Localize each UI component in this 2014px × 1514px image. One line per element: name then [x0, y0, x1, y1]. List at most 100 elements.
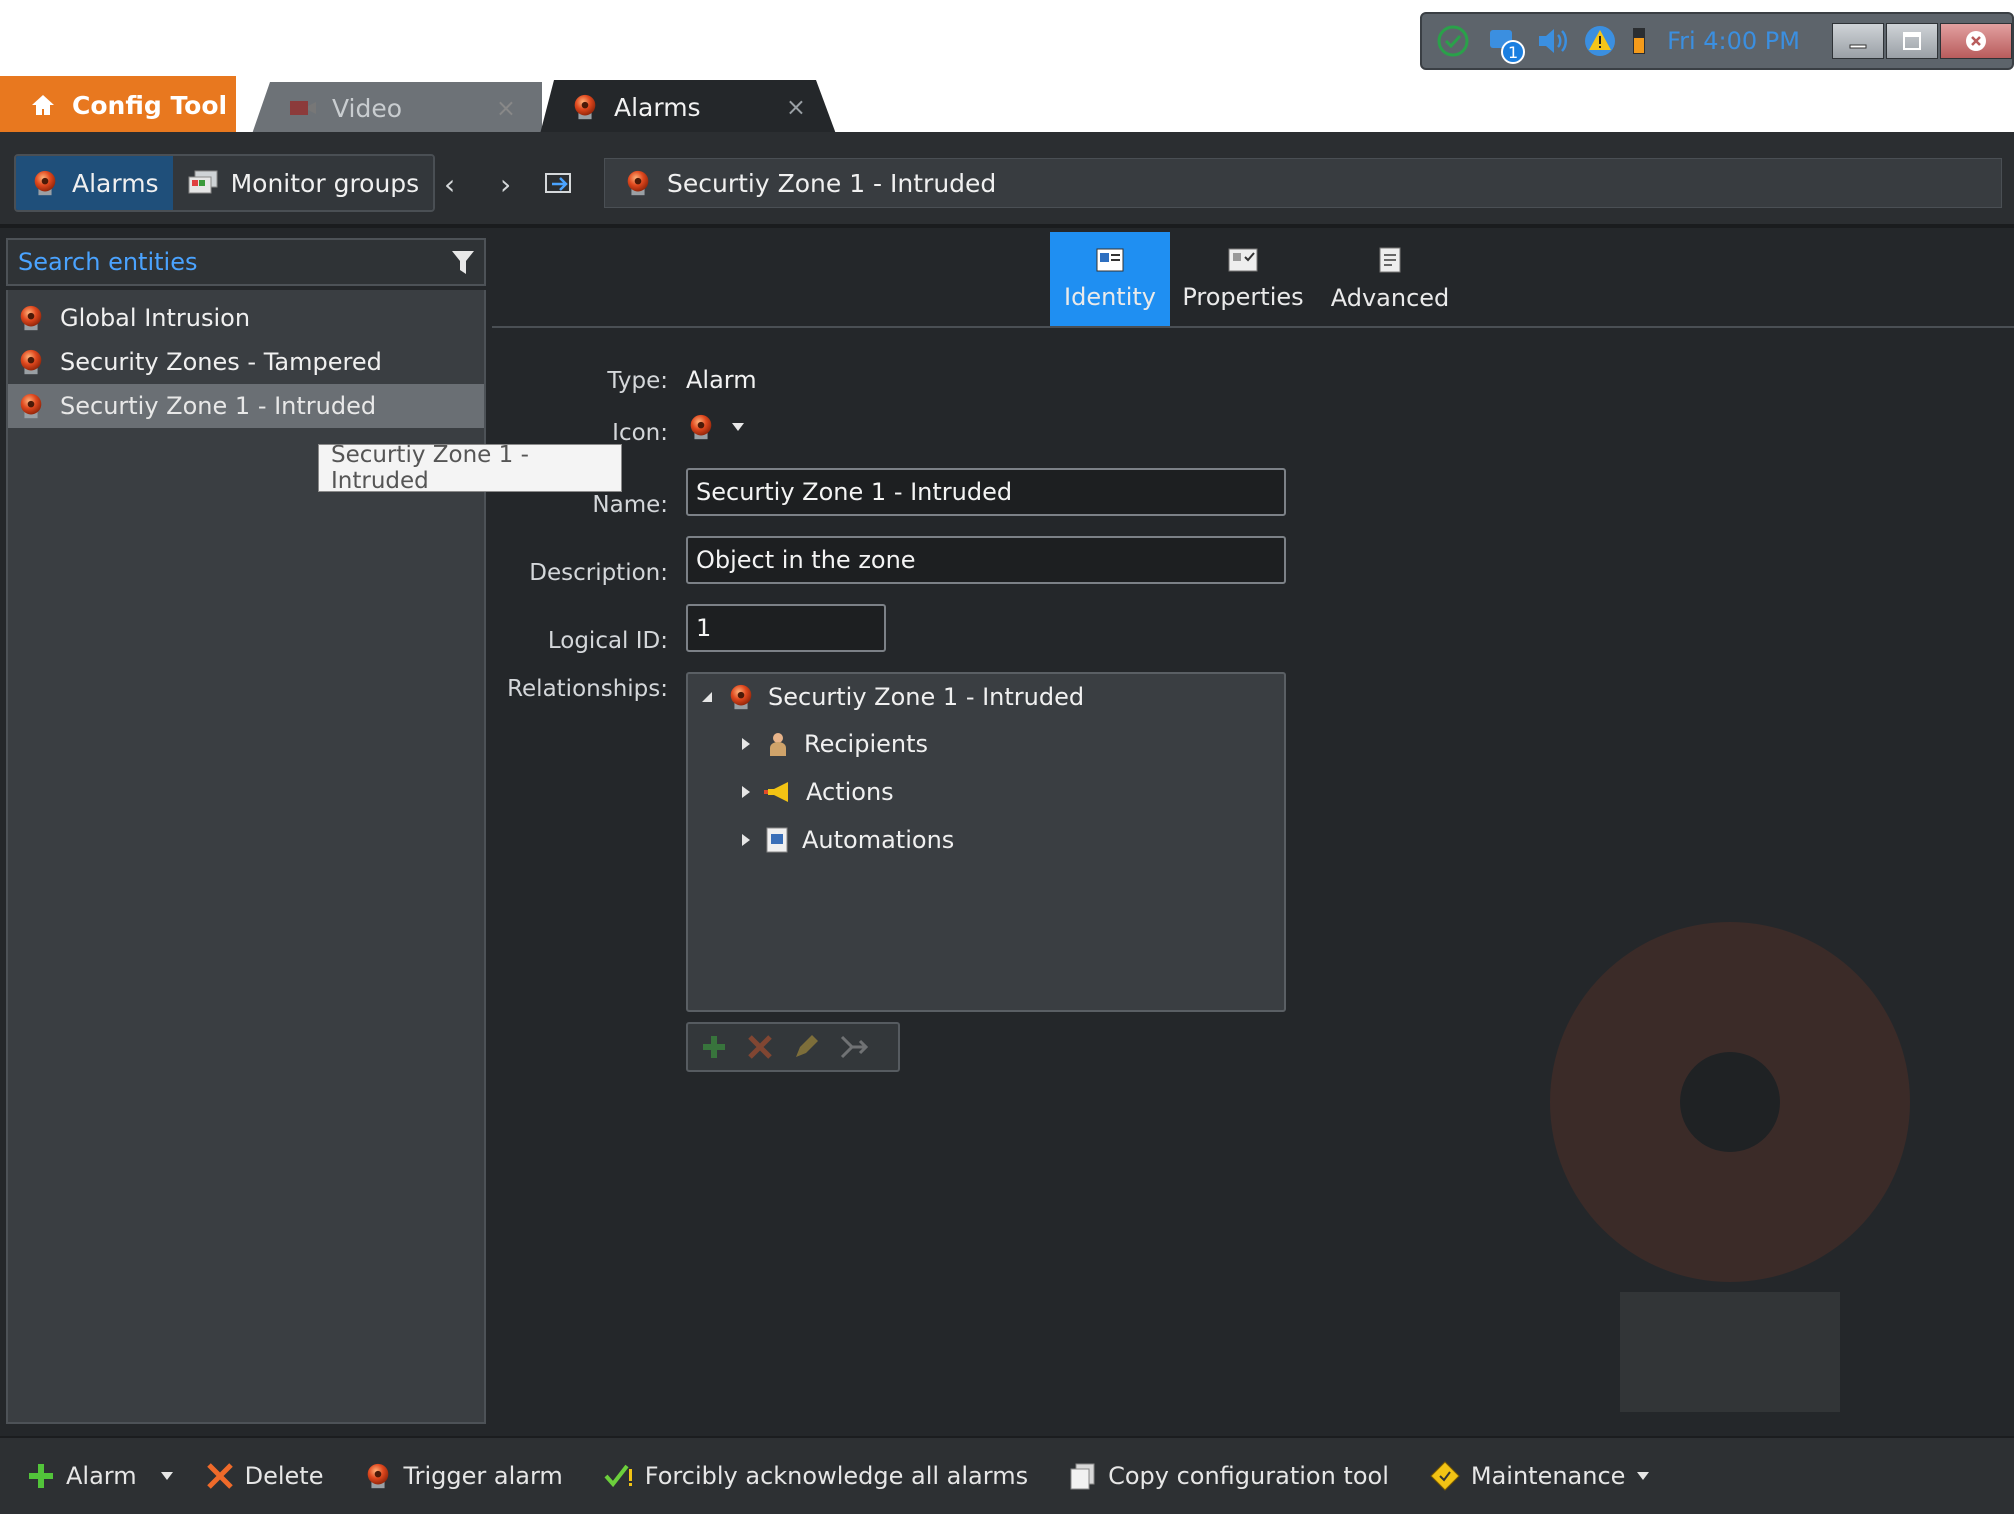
entity-tooltip: Securtiy Zone 1 - Intruded [318, 442, 622, 494]
tree-node-label: Automations [802, 826, 955, 854]
entity-item-label: Securtiy Zone 1 - Intruded [60, 392, 377, 420]
description-field [686, 536, 1286, 584]
expand-icon[interactable] [740, 785, 752, 799]
network-icon[interactable]: 1 [1484, 24, 1526, 64]
search-input[interactable] [18, 248, 438, 276]
collapse-icon[interactable] [700, 690, 714, 704]
entity-page-tabs: Identity Properties Advanced [1050, 232, 1464, 326]
tree-node-label: Recipients [804, 730, 929, 758]
trigger-alarm-button[interactable]: Trigger alarm [363, 1461, 563, 1491]
view-switcher: Alarms Monitor groups [14, 154, 436, 212]
close-window-button[interactable] [1940, 23, 2012, 59]
alarms-task: Alarms Monitor groups ‹ › Securtiy Zone … [0, 132, 2014, 1514]
tab-identity-label: Identity [1064, 283, 1156, 311]
megaphone-icon [764, 782, 788, 802]
copy-config-tool-button[interactable]: Copy configuration tool [1068, 1461, 1389, 1491]
entity-item-security-zones-tampered[interactable]: Security Zones - Tampered [8, 340, 484, 384]
entity-item-label: Global Intrusion [60, 304, 251, 332]
add-alarm-label: Alarm [66, 1462, 137, 1490]
entity-path-bar[interactable]: Securtiy Zone 1 - Intruded [604, 158, 2002, 208]
battery-icon[interactable] [1631, 24, 1647, 58]
chevron-down-icon [1637, 1472, 1650, 1480]
expand-icon[interactable] [740, 833, 752, 847]
advanced-icon [1379, 247, 1401, 273]
tree-node-label: Securtiy Zone 1 - Intruded [768, 683, 1085, 711]
tree-node-automations[interactable]: Automations [740, 826, 954, 854]
tab-config-tool-label: Config Tool [72, 90, 228, 120]
relationships-tree: Securtiy Zone 1 - Intruded Recipients Ac… [686, 672, 1286, 1012]
tree-node-root[interactable]: Securtiy Zone 1 - Intruded [700, 682, 1084, 712]
acknowledge-all-label: Forcibly acknowledge all alarms [644, 1462, 1029, 1490]
logical-id-field [686, 604, 886, 652]
alarm-bell-icon [16, 303, 46, 333]
tab-video-close-icon[interactable]: × [496, 94, 516, 122]
add-alarm-button[interactable]: Alarm [26, 1461, 137, 1491]
maximize-button[interactable] [1886, 23, 1938, 59]
description-input[interactable] [688, 538, 1284, 582]
icon-picker[interactable] [686, 412, 746, 442]
tab-alarms-close-icon[interactable]: × [786, 93, 806, 121]
forward-button[interactable]: › [500, 168, 511, 201]
entity-browser-icon[interactable] [544, 170, 576, 198]
alarm-bell-icon [16, 347, 46, 377]
delete-button[interactable]: Delete [205, 1461, 324, 1491]
alarms-view-label: Alarms [72, 168, 159, 198]
alarm-bell-icon [30, 168, 60, 198]
description-label: Description: [529, 560, 668, 586]
tab-identity[interactable]: Identity [1050, 232, 1170, 326]
tab-config-tool[interactable]: Config Tool [0, 76, 236, 134]
filter-icon[interactable] [450, 248, 476, 278]
link-icon[interactable] [838, 1033, 868, 1061]
clock: Fri 4:00 PM [1667, 27, 1800, 55]
tree-node-recipients[interactable]: Recipients [740, 730, 928, 758]
alarm-bell-icon [16, 391, 46, 421]
name-label: Name: [592, 492, 668, 518]
system-tray: 1 Fri 4:00 PM [1420, 12, 2014, 70]
alarm-bell-icon [623, 168, 653, 198]
add-icon[interactable] [700, 1033, 728, 1061]
tab-properties[interactable]: Properties [1170, 232, 1316, 326]
tab-alarms-label: Alarms [614, 92, 701, 122]
copy-icon [1070, 1463, 1095, 1490]
tab-properties-label: Properties [1182, 283, 1304, 311]
entity-item-global-intrusion[interactable]: Global Intrusion [8, 296, 484, 340]
volume-icon[interactable] [1535, 24, 1569, 58]
back-button[interactable]: ‹ [444, 168, 455, 201]
user-icon [770, 733, 786, 756]
tab-alarms[interactable]: Alarms × [540, 80, 836, 134]
task-toolbar: Alarms Monitor groups ‹ › Securtiy Zone … [0, 132, 2014, 228]
tree-node-label: Actions [806, 778, 894, 806]
status-ok-icon[interactable] [1436, 24, 1470, 58]
delete-label: Delete [244, 1462, 324, 1490]
type-value: Alarm [686, 366, 757, 394]
home-icon [32, 95, 54, 115]
alarms-view-button[interactable]: Alarms [16, 156, 173, 210]
alarm-bell-icon [570, 92, 600, 122]
warning-icon[interactable] [1583, 24, 1617, 58]
chevron-down-icon[interactable] [159, 1470, 175, 1482]
identity-card-icon [1096, 248, 1124, 272]
entity-item-securtiy-zone-1-intruded[interactable]: Securtiy Zone 1 - Intruded [8, 384, 484, 428]
expand-icon[interactable] [740, 737, 752, 751]
delete-icon[interactable] [746, 1033, 774, 1061]
monitor-groups-view-button[interactable]: Monitor groups [172, 156, 434, 210]
relationships-label: Relationships: [507, 676, 668, 702]
acknowledge-all-button[interactable]: Forcibly acknowledge all alarms [603, 1461, 1028, 1491]
maintenance-button[interactable]: Maintenance [1429, 1460, 1652, 1492]
network-badge: 1 [1501, 40, 1526, 64]
entity-item-label: Security Zones - Tampered [60, 348, 382, 376]
name-field [686, 468, 1286, 516]
logical-id-input[interactable] [688, 606, 884, 650]
alarm-bell-icon [686, 412, 716, 442]
tabs-divider [492, 326, 2014, 328]
tree-node-actions[interactable]: Actions [740, 778, 894, 806]
maintenance-icon [1430, 1461, 1460, 1491]
tab-video[interactable]: Video × [252, 82, 542, 134]
name-input[interactable] [688, 470, 1284, 514]
automation-icon [766, 827, 788, 853]
edit-icon[interactable] [792, 1033, 820, 1061]
minimize-button[interactable] [1832, 23, 1884, 59]
tab-advanced[interactable]: Advanced [1316, 232, 1464, 326]
alarm-bell-icon [363, 1461, 393, 1491]
minimize-icon [1849, 44, 1867, 49]
